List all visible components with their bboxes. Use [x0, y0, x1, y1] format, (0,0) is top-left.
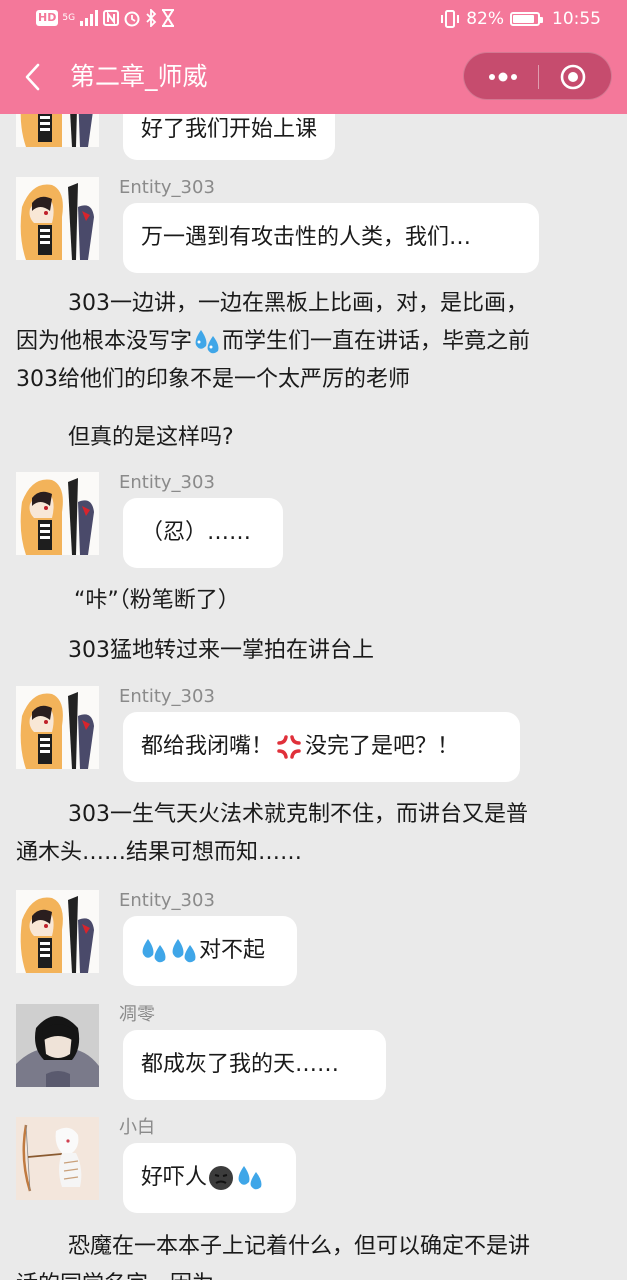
avatar-entity-303[interactable] — [16, 890, 99, 973]
narration-line: 303一生气天火法术就克制不住，而讲台又是普 — [68, 802, 528, 827]
avatar-entity-303[interactable] — [16, 114, 99, 147]
narration-text: 因为他根本没写字 — [16, 329, 193, 354]
hourglass-icon — [162, 9, 175, 27]
message-bubble: 好了我们开始上课 — [123, 114, 336, 160]
mini-program-capsule — [463, 52, 612, 100]
speaker-name: 凋零 — [119, 1004, 155, 1025]
signal-icon — [80, 10, 99, 26]
sweat-droplets-emoji — [238, 1166, 262, 1190]
message-bubble: （忍）…… — [123, 498, 283, 568]
speaker-name: Entity_303 — [119, 177, 215, 198]
narration-paragraph: 303一边讲，一边在黑板上比画，对，是比画， 因为他根本没写字 而学生们一直在讲话… — [16, 285, 616, 399]
story-content: 好了我们开始上课 Entity_303 万一遇到有攻击性的人类，我们… 303一… — [0, 114, 627, 1280]
signal-label: 5G — [62, 13, 76, 23]
message-bubble: 对不起 — [123, 916, 297, 986]
narration-line: 通木头……结果可想而知…… — [16, 840, 303, 865]
more-dots-icon[interactable] — [482, 63, 522, 91]
speaker-name: Entity_303 — [119, 472, 215, 493]
nfc-icon — [103, 10, 120, 26]
narration-text: 而学生们一直在讲话，毕竟之前 — [222, 329, 531, 354]
clock: 10:55 — [552, 9, 601, 29]
status-left: HD 5G — [36, 9, 175, 27]
message-text: 都成灰了我的天…… — [141, 1052, 340, 1077]
narration-paragraph: 恐魔在一本本子上记着什么，但可以确定不是讲 话的同学名字，因为 — [16, 1228, 616, 1280]
sweat-droplets-emoji — [172, 939, 196, 963]
bluetooth-icon — [146, 9, 157, 27]
avatar-entity-303[interactable] — [16, 472, 99, 555]
narration-paragraph: “咔”（粉笔断了） — [74, 588, 240, 613]
message-bubble: 万一遇到有攻击性的人类，我们… — [123, 203, 539, 273]
message-bubble: 都给我闭嘴！ 没完了是吧？！ — [123, 712, 520, 782]
message-text: 好吓人 — [141, 1165, 208, 1190]
sweat-droplets-emoji — [142, 939, 166, 963]
message-bubble: 好吓人 — [123, 1143, 296, 1213]
avatar-diaoling[interactable] — [16, 1004, 99, 1087]
page-title: 第二章_师威 — [70, 62, 208, 91]
battery-percent: 82% — [466, 9, 504, 29]
vibrate-icon — [441, 10, 460, 28]
message-text: 万一遇到有攻击性的人类，我们… — [141, 225, 472, 250]
message-bubble: 都成灰了我的天…… — [123, 1030, 386, 1100]
narration-line: 303一边讲，一边在黑板上比画，对，是比画， — [68, 291, 528, 316]
speaker-name: 小白 — [119, 1117, 155, 1138]
anger-symbol-emoji — [277, 735, 301, 759]
avatar-xiaobai[interactable] — [16, 1117, 99, 1200]
hd-badge: HD — [36, 10, 59, 26]
message-text: 对不起 — [199, 938, 266, 963]
message-text: （忍）…… — [141, 520, 252, 545]
avatar-entity-303[interactable] — [16, 177, 99, 260]
avatar-entity-303[interactable] — [16, 686, 99, 769]
speaker-name: Entity_303 — [119, 890, 215, 911]
chevron-left-icon[interactable] — [22, 62, 46, 92]
message-text: 都给我闭嘴！ — [141, 734, 274, 759]
nav-bar: 第二章_师威 — [0, 40, 627, 114]
capsule-divider — [538, 65, 539, 89]
dark-face-emoji — [209, 1166, 234, 1190]
status-right: 82% 10:55 — [440, 9, 601, 29]
narration-line: 恐魔在一本本子上记着什么，但可以确定不是讲 — [68, 1234, 531, 1259]
sweat-droplets-emoji — [195, 330, 219, 354]
battery-icon — [510, 12, 543, 26]
target-close-icon[interactable] — [559, 63, 587, 91]
message-text: 没完了是吧？！ — [305, 734, 460, 759]
narration-line: 303给他们的印象不是一个太严厉的老师 — [16, 367, 410, 392]
narration-paragraph: 303猛地转过来一掌拍在讲台上 — [68, 638, 374, 663]
message-text: 好了我们开始上课 — [141, 117, 318, 142]
narration-line: 因为他根本没写字 而学生们一直在讲话，毕竟之前 — [16, 323, 616, 361]
narration-line: 话的同学名字，因为 — [16, 1266, 616, 1280]
speaker-name: Entity_303 — [119, 686, 215, 707]
status-bar: HD 5G 82% 10:55 — [0, 0, 627, 40]
narration-paragraph: 但真的是这样吗? — [68, 425, 234, 450]
alarm-icon — [124, 11, 140, 27]
narration-paragraph: 303一生气天火法术就克制不住，而讲台又是普 通木头……结果可想而知…… — [16, 796, 616, 872]
